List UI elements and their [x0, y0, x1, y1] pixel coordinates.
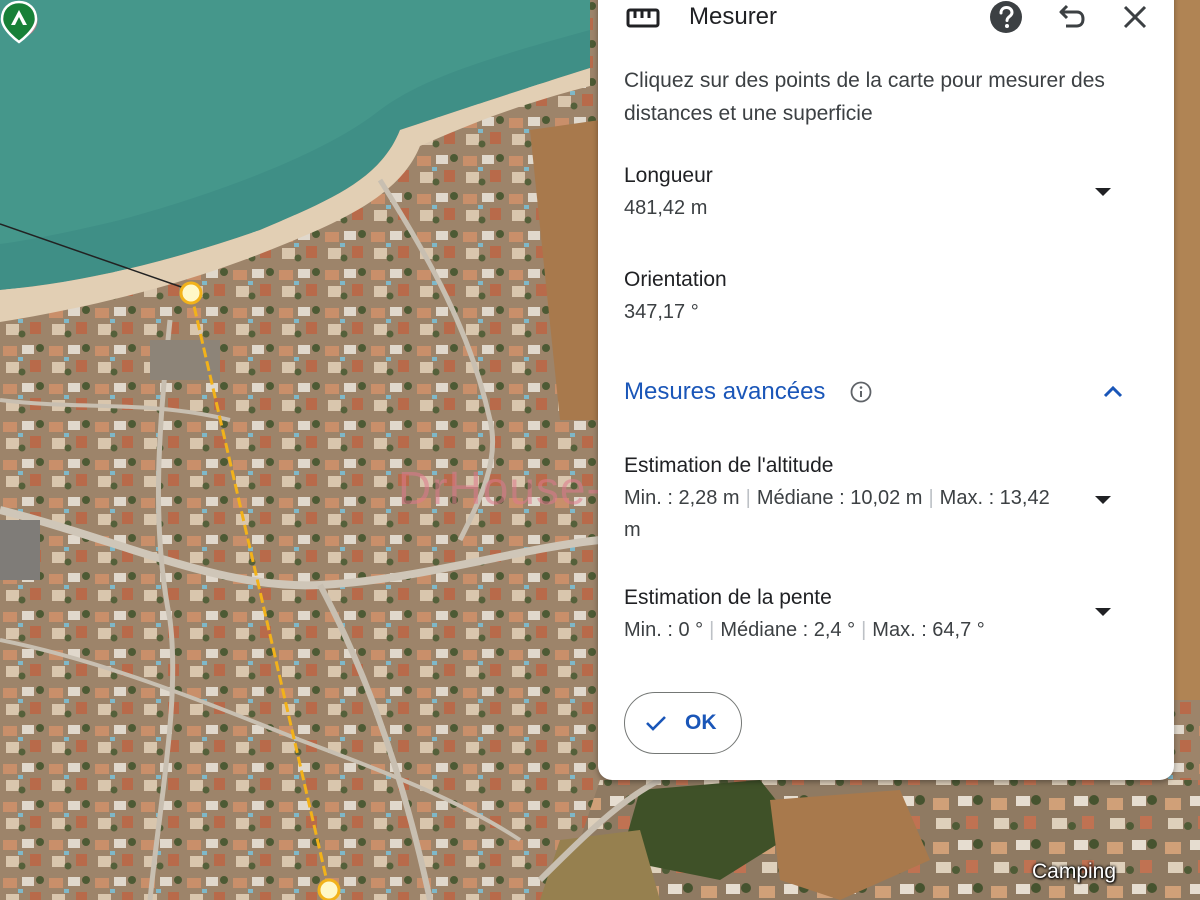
- help-icon[interactable]: [989, 0, 1023, 34]
- slope-median: Médiane : 2,4 °: [720, 619, 856, 641]
- check-icon: [646, 716, 666, 731]
- altitude-median: Médiane : 10,02 m: [756, 487, 923, 509]
- altitude-separator-2: |: [928, 487, 934, 509]
- slope-label: Estimation de la pente: [624, 586, 832, 609]
- length-row: Longueur 481,42 m: [624, 160, 1144, 224]
- altitude-dropdown-icon[interactable]: [1095, 496, 1111, 504]
- length-label: Longueur: [624, 164, 713, 187]
- altitude-label: Estimation de l'altitude: [624, 454, 834, 477]
- slope-max: Max. : 64,7 °: [872, 619, 985, 641]
- ok-button[interactable]: OK: [624, 692, 742, 754]
- ruler-icon: [626, 8, 660, 28]
- orientation-label: Orientation: [624, 268, 727, 291]
- altitude-values: Min. : 2,28 m | Médiane : 10,02 m | Max. : 1…: [624, 482, 1054, 546]
- panel-title: Mesurer: [689, 3, 778, 30]
- slope-values: Min. : 0 ° | Médiane : 2,4 ° | Max. : 64,7 °: [624, 614, 1094, 646]
- altitude-row: Estimation de l'altitude Min. : 2,28 m | M…: [624, 450, 1144, 546]
- orientation-row: Orientation 347,17 °: [624, 264, 1144, 328]
- poi-label-camping[interactable]: Camping: [1032, 858, 1116, 886]
- camping-pin-icon[interactable]: [0, 0, 38, 44]
- panel-header: Mesurer: [598, 0, 1174, 44]
- info-icon[interactable]: [850, 381, 872, 403]
- ok-button-label: OK: [685, 711, 717, 734]
- slope-min: Min. : 0 °: [624, 619, 704, 641]
- slope-separator-1: |: [709, 619, 715, 641]
- slope-dropdown-icon[interactable]: [1095, 608, 1111, 616]
- altitude-min: Min. : 2,28 m: [624, 487, 740, 509]
- chevron-up-icon[interactable]: [1102, 382, 1124, 402]
- measure-panel: Mesurer Cliquez sur des points de la car…: [598, 0, 1174, 780]
- close-icon[interactable]: [1118, 0, 1152, 34]
- orientation-value: 347,17 °: [624, 301, 699, 323]
- altitude-separator-1: |: [745, 487, 751, 509]
- undo-icon[interactable]: [1054, 0, 1088, 34]
- length-dropdown-icon[interactable]: [1095, 188, 1111, 196]
- instructions-text: Cliquez sur des points de la carte pour …: [624, 69, 1105, 125]
- slope-separator-2: |: [861, 619, 867, 641]
- advanced-measures-label: Mesures avancées: [624, 378, 826, 405]
- slope-row: Estimation de la pente Min. : 0 ° | Médian…: [624, 582, 1144, 646]
- length-value: 481,42 m: [624, 197, 708, 219]
- advanced-measures-toggle[interactable]: Mesures avancées: [624, 376, 1154, 408]
